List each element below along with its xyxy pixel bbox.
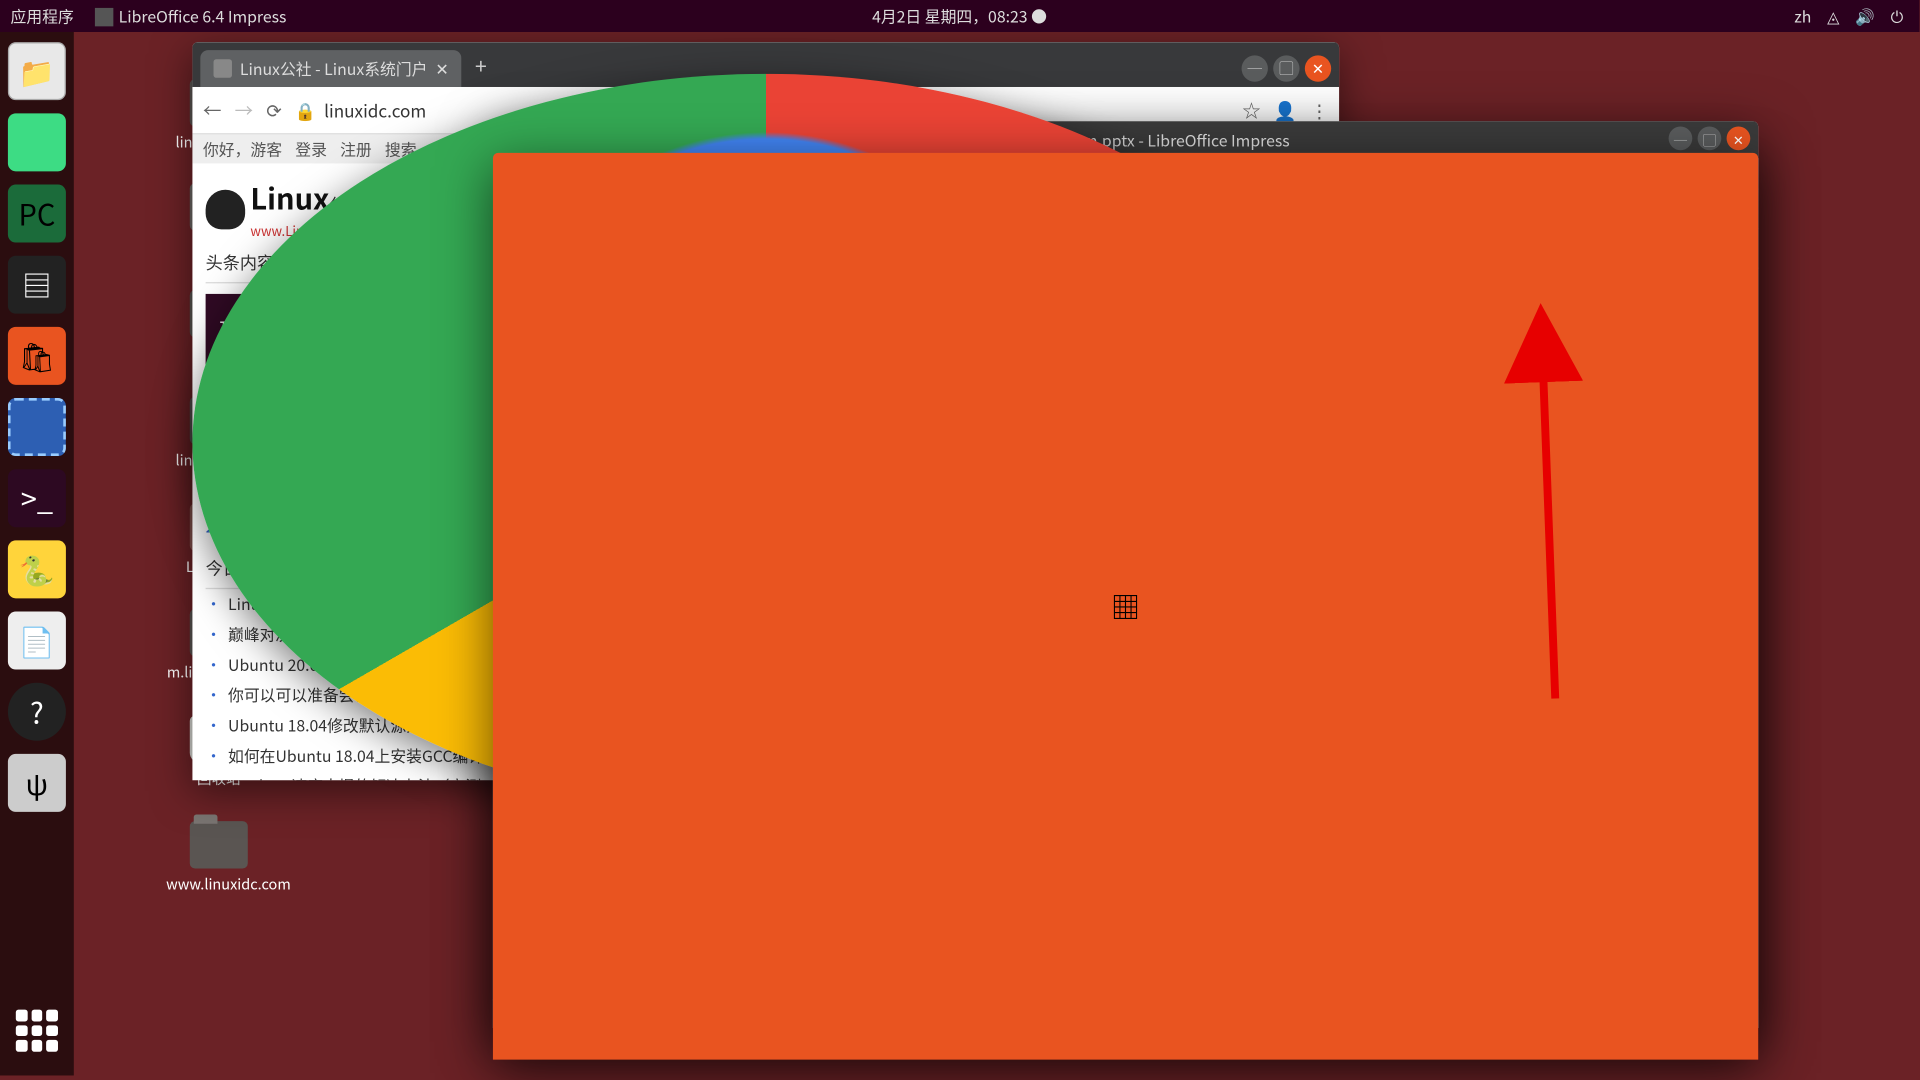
impress-minimize-button[interactable]: ─ — [1669, 127, 1693, 151]
site-nav-item[interactable]: 注册 — [340, 138, 372, 159]
desktop-folder-icon[interactable]: www.linuxidc.com — [166, 821, 271, 895]
dock-files-icon[interactable]: 📁 — [8, 42, 66, 100]
chrome-maximize-button[interactable]: ▢ — [1273, 55, 1299, 81]
chrome-minimize-button[interactable]: ─ — [1242, 55, 1268, 81]
system-topbar: 应用程序 LibreOffice 6.4 Impress 4月2日 星期四，08… — [0, 0, 1919, 32]
lock-icon: 🔒 — [295, 98, 316, 123]
dock-python-icon[interactable]: 🐍 — [8, 540, 66, 598]
site-nav-item[interactable]: 你好，游客 — [203, 138, 282, 159]
chrome-tab[interactable]: Linux公社 - Linux系统门户 ✕ — [200, 50, 461, 87]
dock-impress-icon[interactable]: ▦ — [493, 153, 1758, 1060]
dock-help-icon[interactable]: ? — [8, 683, 66, 741]
dock-usb-icon[interactable]: ψ — [8, 754, 66, 812]
impress-close-button[interactable]: ✕ — [1727, 127, 1751, 151]
tab-close-icon[interactable]: ✕ — [435, 57, 448, 79]
input-source-indicator[interactable]: zh — [1794, 5, 1811, 27]
network-icon[interactable]: ◬ — [1827, 5, 1839, 27]
active-app-icon — [95, 8, 113, 26]
dock-androidstudio-icon[interactable] — [8, 113, 66, 171]
activities-button[interactable]: 应用程序 — [11, 5, 74, 27]
tab-favicon — [214, 59, 232, 77]
power-icon[interactable]: ⏻ — [1891, 5, 1904, 27]
site-nav-item[interactable]: 登录 — [295, 138, 327, 159]
nav-back-icon[interactable]: ← — [203, 97, 221, 123]
dock-pyscript-icon[interactable]: 📄 — [8, 612, 66, 670]
bookmark-star-icon[interactable]: ☆ — [1242, 97, 1260, 123]
nav-reload-icon[interactable]: ⟳ — [266, 97, 281, 123]
impress-maximize-button[interactable]: ▢ — [1698, 127, 1722, 151]
dock-software-icon[interactable]: 🛍 — [8, 327, 66, 385]
clock[interactable]: 4月2日 星期四，08:23 ● — [872, 5, 1047, 27]
dock-terminal-icon[interactable]: >_ — [8, 469, 66, 527]
tux-icon — [206, 189, 246, 229]
new-tab-button[interactable]: + — [462, 49, 500, 81]
ubuntu-dock: 📁 PC ▤ 🛍 >_ 🐍 ▦ 📄 ? ψ — [0, 32, 74, 1076]
dock-pycharm-icon[interactable]: PC — [8, 185, 66, 243]
dock-show-apps-icon[interactable] — [8, 1002, 66, 1060]
tab-title: Linux公社 - Linux系统门户 — [240, 57, 428, 79]
chrome-menu-icon[interactable]: ⋮ — [1310, 97, 1328, 123]
dock-layout-icon[interactable]: ▤ — [8, 256, 66, 314]
chrome-close-button[interactable]: ✕ — [1305, 55, 1331, 81]
active-app-name[interactable]: LibreOffice 6.4 Impress — [119, 5, 287, 27]
nav-forward-icon[interactable]: → — [235, 97, 253, 123]
dock-screenshot-icon[interactable] — [8, 398, 66, 456]
url-text: linuxidc.com — [324, 98, 426, 123]
profile-avatar-icon[interactable]: 👤 — [1274, 97, 1297, 123]
volume-icon[interactable]: 🔊 — [1855, 5, 1875, 27]
